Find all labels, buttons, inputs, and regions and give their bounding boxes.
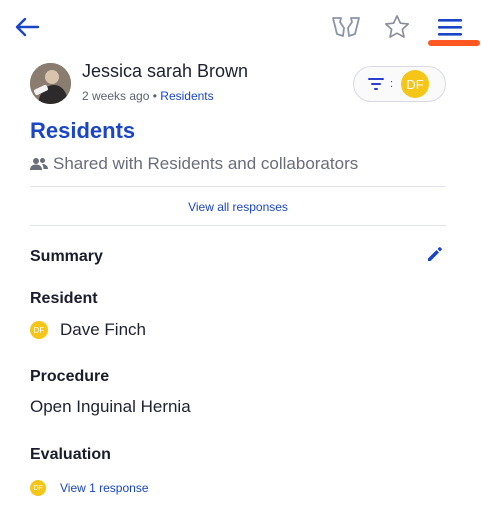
resident-row[interactable]: DF Dave Finch xyxy=(30,320,146,340)
evaluation-badge: DF xyxy=(30,480,46,496)
resident-badge: DF xyxy=(30,321,48,339)
favorite-button[interactable] xyxy=(380,11,414,43)
open-hands-icon xyxy=(332,17,360,37)
post-meta: 2 weeks ago • Residents xyxy=(82,89,214,103)
view-response-link[interactable]: View 1 response xyxy=(60,481,149,495)
filter-icon xyxy=(368,78,384,90)
view-all-responses-link[interactable]: View all responses xyxy=(0,200,476,214)
summary-heading: Summary xyxy=(30,248,103,265)
meta-separator: • xyxy=(152,89,157,103)
resident-heading: Resident xyxy=(30,290,98,307)
procedure-value: Open Inguinal Hernia xyxy=(30,397,191,416)
filter-separator: : xyxy=(390,78,394,90)
back-button[interactable] xyxy=(10,12,44,42)
resident-name: Dave Finch xyxy=(60,320,146,339)
active-tab-indicator xyxy=(428,40,480,46)
evaluation-heading: Evaluation xyxy=(30,446,111,463)
sharing-text: Shared with Residents and collaborators xyxy=(53,154,359,173)
pencil-icon xyxy=(428,247,442,261)
menu-button[interactable] xyxy=(432,12,468,42)
avatar[interactable] xyxy=(30,63,71,104)
filter-user-badge: DF xyxy=(401,70,430,98)
sharing-info: Shared with Residents and collaborators xyxy=(30,154,358,174)
arrow-left-icon xyxy=(15,17,40,37)
evaluation-row[interactable]: DF View 1 response xyxy=(30,480,149,496)
author-name[interactable]: Jessica sarah Brown xyxy=(82,61,248,82)
edit-summary-button[interactable] xyxy=(424,244,446,264)
group-link[interactable]: Residents xyxy=(160,89,213,103)
star-outline-icon xyxy=(384,15,410,38)
hands-button[interactable] xyxy=(327,12,365,42)
post-time: 2 weeks ago xyxy=(82,89,150,103)
divider xyxy=(30,225,446,226)
hamburger-menu-icon xyxy=(438,19,462,36)
filter-button[interactable]: : DF xyxy=(353,66,446,102)
procedure-heading: Procedure xyxy=(30,368,110,385)
page-title: Residents xyxy=(30,118,136,143)
people-icon xyxy=(30,158,48,170)
divider xyxy=(30,186,446,187)
